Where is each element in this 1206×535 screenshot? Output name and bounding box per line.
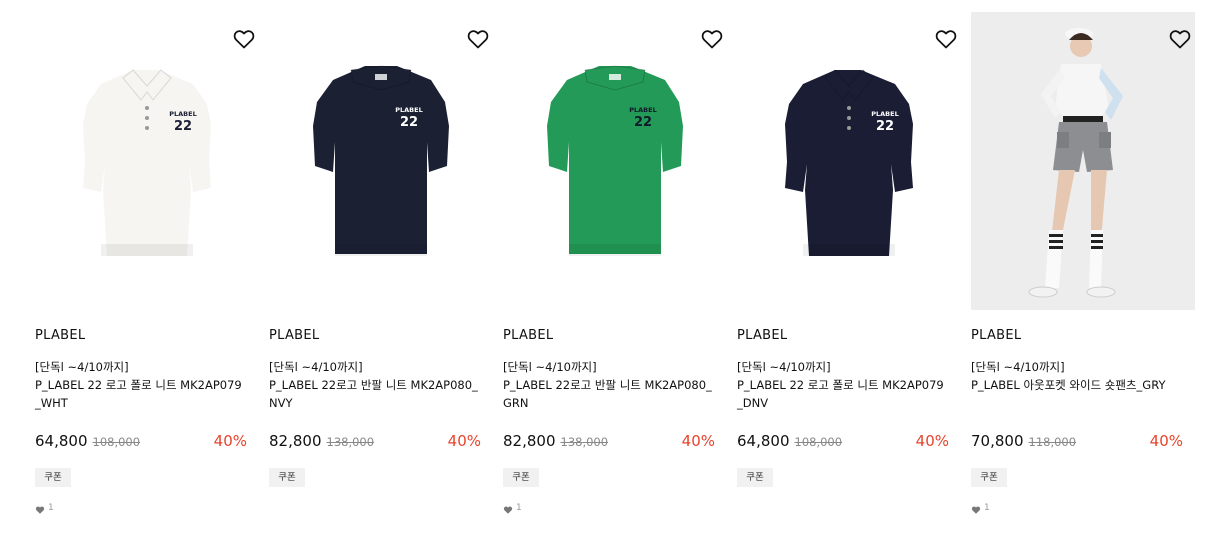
promo-tag: [단독l ~4/10까지] <box>35 360 129 374</box>
discount-rate: 40% <box>1149 432 1183 450</box>
price-row: 64,800 108,000 40% <box>737 432 949 454</box>
product-photo <box>971 12 1195 310</box>
product-card-1[interactable]: PLABEL 22 PLABEL [단독l ~4/10까지] P_LABEL 22… <box>35 12 259 514</box>
like-heart-icon <box>971 506 981 514</box>
brand-name[interactable]: PLABEL <box>737 328 787 343</box>
svg-text:PLABEL: PLABEL <box>169 110 196 118</box>
brand-name[interactable]: PLABEL <box>971 328 1021 343</box>
product-photo: PLABEL22 <box>313 65 449 256</box>
discount-rate: 40% <box>447 432 481 450</box>
product-photo: PLABEL22 <box>547 65 683 256</box>
coupon-badge[interactable]: 쿠폰 <box>737 468 773 487</box>
discount-rate: 40% <box>681 432 715 450</box>
like-count-value: 1 <box>984 503 990 513</box>
discount-rate: 40% <box>213 432 247 450</box>
coupon-badge[interactable]: 쿠폰 <box>269 468 305 487</box>
promo-tag: [단독l ~4/10까지] <box>971 360 1065 374</box>
promo-tag: [단독l ~4/10까지] <box>503 360 597 374</box>
wishlist-heart-icon[interactable] <box>232 27 256 51</box>
svg-text:22: 22 <box>400 115 418 130</box>
svg-text:22: 22 <box>876 119 894 134</box>
svg-text:PLABEL: PLABEL <box>395 106 422 114</box>
original-price: 118,000 <box>1028 435 1077 449</box>
sale-price: 82,800 <box>269 432 322 450</box>
svg-text:22: 22 <box>174 119 192 134</box>
wishlist-heart-icon[interactable] <box>466 27 490 51</box>
sale-price: 82,800 <box>503 432 556 450</box>
like-count-value: 1 <box>516 503 522 513</box>
original-price: 108,000 <box>794 435 843 449</box>
sale-price: 64,800 <box>35 432 88 450</box>
product-name[interactable]: P_LABEL 22로고 반팔 니트 MK2AP080_NVY <box>269 376 481 412</box>
product-image[interactable]: PLABEL 22 <box>35 12 259 310</box>
product-photo: PLABEL22 <box>785 69 913 256</box>
original-price: 108,000 <box>92 435 141 449</box>
product-card-3[interactable]: PLABEL 22 PLABEL [단독l ~4/10까지] P_LABEL 22… <box>503 12 727 514</box>
product-image[interactable]: PLABEL 22 <box>503 12 727 310</box>
product-image[interactable]: PLABEL 22 <box>269 12 493 310</box>
coupon-badge[interactable]: 쿠폰 <box>35 468 71 487</box>
svg-text:22: 22 <box>634 115 652 130</box>
svg-text:PLABEL: PLABEL <box>629 106 656 114</box>
promo-tag: [단독l ~4/10까지] <box>737 360 831 374</box>
original-price: 138,000 <box>326 435 375 449</box>
product-name[interactable]: P_LABEL 22 로고 폴로 니트 MK2AP079_DNV <box>737 376 949 412</box>
original-price: 138,000 <box>560 435 609 449</box>
product-photo: PLABEL22 <box>83 69 211 256</box>
sale-price: 70,800 <box>971 432 1024 450</box>
brand-name[interactable]: PLABEL <box>503 328 553 343</box>
product-card-5[interactable]: PLABEL [단독l ~4/10까지] P_LABEL 아웃포켓 와이드 숏팬… <box>971 12 1195 514</box>
price-row: 70,800 118,000 40% <box>971 432 1183 454</box>
wishlist-heart-icon[interactable] <box>934 27 958 51</box>
product-image[interactable] <box>971 12 1195 310</box>
product-card-4[interactable]: PLABEL 22 PLABEL [단독l ~4/10까지] P_LABEL 22… <box>737 12 961 487</box>
price-row: 82,800 138,000 40% <box>269 432 481 454</box>
like-count-value: 1 <box>48 503 54 513</box>
sale-price: 64,800 <box>737 432 790 450</box>
like-heart-icon <box>503 506 513 514</box>
like-heart-icon <box>35 506 45 514</box>
product-name[interactable]: P_LABEL 22로고 반팔 니트 MK2AP080_GRN <box>503 376 715 412</box>
svg-text:PLABEL: PLABEL <box>871 110 898 118</box>
wishlist-heart-icon[interactable] <box>1168 27 1192 51</box>
product-image[interactable]: PLABEL 22 <box>737 12 961 310</box>
brand-name[interactable]: PLABEL <box>35 328 85 343</box>
coupon-badge[interactable]: 쿠폰 <box>971 468 1007 487</box>
price-row: 64,800 108,000 40% <box>35 432 247 454</box>
price-row: 82,800 138,000 40% <box>503 432 715 454</box>
product-name[interactable]: P_LABEL 아웃포켓 와이드 숏팬츠_GRY <box>971 376 1183 394</box>
product-card-2[interactable]: PLABEL 22 PLABEL [단독l ~4/10까지] P_LABEL 22… <box>269 12 493 487</box>
promo-tag: [단독l ~4/10까지] <box>269 360 363 374</box>
product-name[interactable]: P_LABEL 22 로고 폴로 니트 MK2AP079_WHT <box>35 376 247 412</box>
coupon-badge[interactable]: 쿠폰 <box>503 468 539 487</box>
wishlist-heart-icon[interactable] <box>700 27 724 51</box>
discount-rate: 40% <box>915 432 949 450</box>
brand-name[interactable]: PLABEL <box>269 328 319 343</box>
